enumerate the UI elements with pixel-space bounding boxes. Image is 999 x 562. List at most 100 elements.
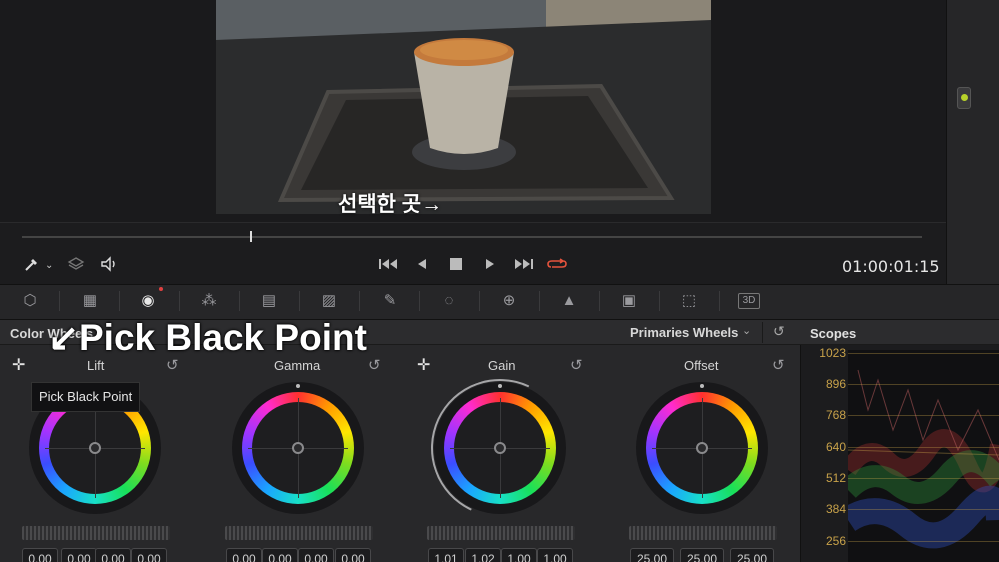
motion-effects-icon[interactable]: ▤ (258, 291, 280, 311)
scope-scale-label: 896 (825, 377, 846, 391)
offset-wheel[interactable] (636, 382, 768, 514)
lift-y-value[interactable]: 0.00 (22, 548, 58, 562)
toolbar-divider (59, 291, 60, 311)
gain-r-value[interactable]: 1.02 (465, 548, 501, 562)
timeline-track[interactable] (22, 236, 922, 238)
wheel-handle[interactable] (494, 442, 506, 454)
toolbar-divider (539, 291, 540, 311)
wheels-mode-dropdown[interactable]: Primaries Wheels (630, 325, 738, 340)
toolbar-divider (659, 291, 660, 311)
scope-gridline (848, 415, 999, 416)
scope-scale-label: 640 (825, 440, 846, 454)
gamma-b-value[interactable]: 0.00 (335, 548, 371, 562)
wheel-handle[interactable] (89, 442, 101, 454)
3d-icon[interactable]: 3D (738, 293, 760, 309)
gain-reset-icon[interactable]: ↺ (570, 356, 583, 374)
eyedropper-icon[interactable] (24, 256, 40, 278)
chevron-down-icon[interactable]: ⌄ (742, 324, 751, 337)
scope-scale-label: 768 (825, 408, 846, 422)
toolbar-divider (599, 291, 600, 311)
blur-icon[interactable]: ▲ (558, 291, 580, 311)
wheel-indicator (700, 384, 704, 388)
color-wheels-icon[interactable]: ◉ (137, 291, 159, 311)
scope-scale-label: 1023 (819, 346, 846, 360)
color-match-icon[interactable]: ▦ (79, 291, 101, 311)
play-reverse-icon[interactable] (415, 256, 429, 278)
scope-gridline (848, 509, 999, 510)
layers-icon[interactable] (67, 256, 85, 278)
curves-icon[interactable]: ▨ (318, 291, 340, 311)
offset-label: Offset (684, 358, 719, 373)
offset-b-value[interactable]: 25.00 (730, 548, 774, 562)
stop-icon[interactable] (449, 256, 463, 278)
skip-end-icon[interactable] (513, 256, 535, 278)
offset-master-slider[interactable] (629, 526, 777, 540)
offset-reset-icon[interactable]: ↺ (772, 356, 785, 374)
qualifier-icon[interactable]: ✎ (379, 291, 401, 311)
lift-label: Lift (87, 358, 105, 373)
window-icon[interactable]: ◌ (438, 291, 460, 311)
toolbar-divider (359, 291, 360, 311)
skip-start-icon[interactable] (377, 256, 399, 278)
gamma-master-slider[interactable] (225, 526, 373, 540)
scope-gridline (848, 478, 999, 479)
toolbar-divider (479, 291, 480, 311)
offset-r-value[interactable]: 25.00 (630, 548, 674, 562)
rgb-mixer-icon[interactable]: ⁂ (198, 291, 220, 311)
subtitle-text: 선택한 곳→ (338, 193, 443, 216)
lift-r-value[interactable]: 0.00 (61, 548, 97, 562)
video-frame[interactable] (216, 0, 711, 214)
offset-g-value[interactable]: 25.00 (680, 548, 724, 562)
speaker-icon[interactable] (100, 256, 120, 278)
gain-label: Gain (488, 358, 516, 373)
gain-wheel[interactable] (411, 359, 589, 537)
toolbar-divider (299, 291, 300, 311)
modified-indicator (159, 287, 163, 291)
waveform-scope[interactable] (848, 350, 999, 562)
sizing-icon[interactable]: ⬚ (678, 291, 700, 311)
lift-b-value[interactable]: 0.00 (131, 548, 167, 562)
gamma-y-value[interactable]: 0.00 (226, 548, 262, 562)
chevron-down-icon[interactable]: ⌄ (45, 256, 53, 276)
loop-icon[interactable] (546, 256, 568, 278)
timecode-display: 01:00:01:15 (842, 257, 940, 276)
scope-gridline (848, 541, 999, 542)
playhead[interactable] (250, 231, 252, 242)
node-input-icon[interactable] (957, 87, 971, 109)
wheel-indicator (498, 384, 502, 388)
scope-gridline (848, 384, 999, 385)
tooltip: Pick Black Point (31, 382, 140, 412)
waveform-trace (848, 369, 999, 549)
scope-gridline (848, 447, 999, 448)
gamma-wheel[interactable] (232, 382, 364, 514)
scope-scale-label: 512 (825, 471, 846, 485)
scope-scale-label: 256 (825, 534, 846, 548)
gain-g-value[interactable]: 1.00 (501, 548, 537, 562)
wheel-handle[interactable] (292, 442, 304, 454)
lift-g-value[interactable]: 0.00 (95, 548, 131, 562)
reset-all-icon[interactable]: ↺ (773, 323, 785, 340)
lift-master-slider[interactable] (22, 526, 170, 540)
tracker-icon[interactable]: ⊕ (498, 291, 520, 311)
pick-black-point-icon[interactable]: ✛ (12, 355, 25, 375)
node-graph[interactable] (946, 0, 999, 320)
transport-bar (0, 252, 946, 284)
toolbar-divider (419, 291, 420, 311)
toolbar-divider (719, 291, 720, 311)
toolbar-divider (179, 291, 180, 311)
gamma-reset-icon[interactable]: ↺ (368, 356, 381, 374)
gamma-r-value[interactable]: 0.00 (262, 548, 298, 562)
gain-y-value[interactable]: 1.01 (428, 548, 464, 562)
scope-scale-label: 384 (825, 502, 846, 516)
gain-b-value[interactable]: 1.00 (537, 548, 573, 562)
pick-white-point-icon[interactable]: ✛ (417, 355, 430, 375)
play-icon[interactable] (483, 256, 497, 278)
wheel-handle[interactable] (696, 442, 708, 454)
camera-raw-icon[interactable]: ⬡ (19, 291, 41, 311)
scopes-title: Scopes (810, 326, 857, 341)
gamma-g-value[interactable]: 0.00 (298, 548, 334, 562)
wheel-indicator (296, 384, 300, 388)
toolbar-divider (239, 291, 240, 311)
gain-master-slider[interactable] (427, 526, 575, 540)
key-icon[interactable]: ▣ (618, 291, 640, 311)
